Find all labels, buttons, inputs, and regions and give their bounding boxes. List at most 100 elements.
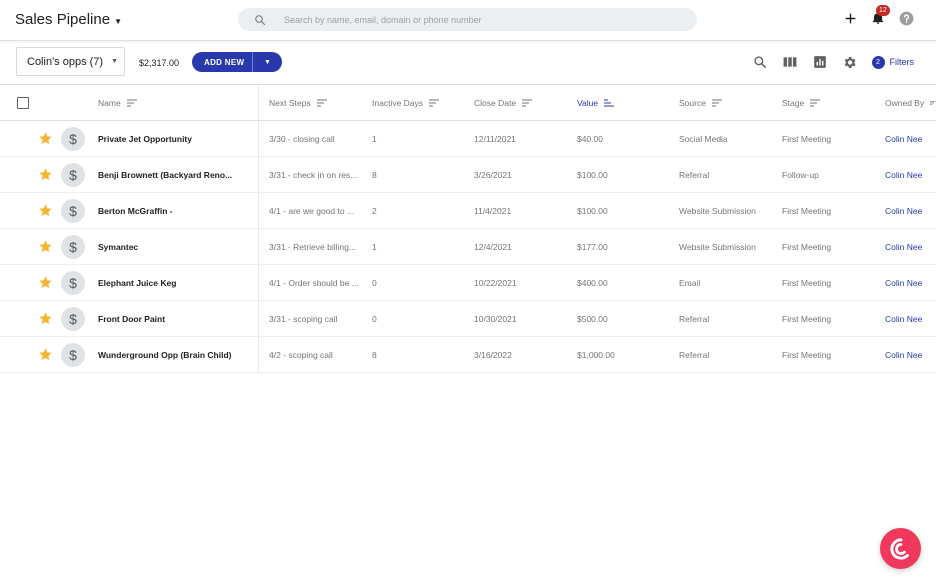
inactive-days-cell: 8 [372, 169, 377, 180]
column-divider [258, 265, 259, 300]
column-header-source[interactable]: Source [679, 85, 722, 120]
stage-cell: First Meeting [782, 277, 832, 288]
select-all-checkbox[interactable] [17, 96, 29, 109]
sort-icon [711, 98, 722, 107]
table-row[interactable]: $ Berton McGraffin - 4/1 - are we good t… [0, 193, 936, 229]
stage-cell: First Meeting [782, 205, 832, 216]
table-row[interactable]: $ Private Jet Opportunity 3/30 - closing… [0, 121, 936, 157]
column-header-owned-by[interactable]: Owned By [885, 85, 936, 120]
opportunity-name[interactable]: Symantec [98, 229, 248, 264]
favorite-cell [38, 157, 53, 192]
column-header-name[interactable]: Name [98, 85, 137, 120]
column-label: Stage [782, 97, 805, 108]
close-date-cell: 10/22/2021 [474, 277, 517, 288]
star-icon[interactable] [38, 311, 53, 326]
help-icon[interactable] [898, 10, 914, 26]
table-row[interactable]: $ Elephant Juice Keg 4/1 - Order should … [0, 265, 936, 301]
table-row[interactable]: $ Symantec 3/31 - Retrieve billing... 1 … [0, 229, 936, 265]
search-bar[interactable] [238, 8, 697, 31]
opportunity-name[interactable]: Wunderground Opp (Brain Child) [98, 337, 248, 372]
dollar-icon: $ [61, 162, 85, 187]
column-header-inactive-days[interactable]: Inactive Days [372, 85, 440, 120]
pipeline-total: $2,317.00 [139, 58, 180, 68]
star-icon[interactable] [38, 131, 53, 146]
owner-link[interactable]: Colin Nee [885, 301, 936, 336]
owner-link[interactable]: Colin Nee [885, 121, 936, 156]
add-new-button[interactable]: ADD NEW ▼ [192, 52, 282, 72]
column-divider [258, 157, 259, 192]
stage-cell: First Meeting [782, 349, 832, 360]
close-date-cell: 12/11/2021 [474, 133, 516, 144]
sort-icon [316, 98, 327, 107]
star-icon[interactable] [38, 347, 53, 362]
gear-icon[interactable] [842, 54, 858, 70]
value-cell: $40.00 [577, 133, 603, 144]
add-new-label: ADD NEW [204, 57, 245, 67]
opportunity-name[interactable]: Berton McGraffin - [98, 193, 248, 228]
star-icon[interactable] [38, 167, 53, 182]
columns-icon[interactable] [782, 54, 798, 70]
star-icon[interactable] [38, 239, 53, 254]
add-new-dropdown-icon[interactable]: ▼ [253, 59, 282, 66]
owner-link[interactable]: Colin Nee [885, 157, 936, 192]
opportunity-name[interactable]: Front Door Paint [98, 301, 248, 336]
filters-label: Filters [889, 57, 915, 67]
star-icon[interactable] [38, 203, 53, 218]
column-divider [258, 301, 259, 336]
star-icon[interactable] [38, 275, 53, 290]
notifications-button[interactable]: 12 [870, 5, 890, 26]
table-row[interactable]: $ Front Door Paint 3/31 - scoping call 0… [0, 301, 936, 337]
opportunity-name[interactable]: Benji Brownett (Backyard Reno... [98, 157, 248, 192]
favorite-cell [38, 337, 53, 372]
owner-link[interactable]: Colin Nee [885, 265, 936, 300]
chart-icon[interactable] [812, 54, 828, 70]
app-title-menu[interactable]: Sales Pipeline ▼ [15, 11, 122, 28]
view-select[interactable]: Colin's opps (7) ▼ [16, 47, 125, 76]
column-header-stage[interactable]: Stage [782, 85, 821, 120]
opportunity-name[interactable]: Private Jet Opportunity [98, 121, 248, 156]
toolbar: Colin's opps (7) ▼ $2,317.00 ADD NEW ▼ 2… [0, 41, 936, 85]
chat-icon [889, 537, 909, 560]
source-cell: Website Submission [679, 241, 756, 252]
inactive-days-cell: 1 [372, 133, 377, 144]
inactive-days-cell: 0 [372, 313, 377, 324]
opportunity-name[interactable]: Elephant Juice Keg [98, 265, 248, 300]
stage-cell: First Meeting [782, 313, 832, 324]
value-cell: $100.00 [577, 169, 608, 180]
stage-cell: First Meeting [782, 133, 832, 144]
select-all-cell [17, 85, 29, 120]
dollar-icon: $ [61, 198, 85, 223]
value-cell: $177.00 [577, 241, 608, 252]
add-icon[interactable] [842, 10, 858, 26]
column-header-next-steps[interactable]: Next Steps [269, 85, 327, 120]
column-label: Value [577, 97, 599, 108]
favorite-cell [38, 229, 53, 264]
next-steps-cell: 3/31 - check in on res... [269, 169, 358, 180]
column-label: Name [98, 97, 121, 108]
column-divider [258, 193, 259, 228]
chat-launcher-button[interactable] [880, 528, 921, 569]
column-header-value[interactable]: Value [577, 85, 615, 120]
view-select-label: Colin's opps (7) [27, 55, 104, 68]
owner-link[interactable]: Colin Nee [885, 193, 936, 228]
table-row[interactable]: $ Benji Brownett (Backyard Reno... 3/31 … [0, 157, 936, 193]
filters-button[interactable]: 2 Filters [871, 55, 915, 69]
inactive-days-cell: 2 [372, 205, 377, 216]
dollar-icon: $ [61, 306, 85, 331]
search-input[interactable] [284, 14, 664, 25]
table-row[interactable]: $ Wunderground Opp (Brain Child) 4/2 - s… [0, 337, 936, 373]
column-label: Owned By [885, 97, 925, 108]
table-header: Name Next Steps Inactive Days Close Date… [0, 85, 936, 121]
type-cell: $ [61, 121, 85, 156]
stage-cell: Follow-up [782, 169, 819, 180]
inactive-days-cell: 0 [372, 277, 377, 288]
dollar-icon: $ [61, 126, 85, 151]
owner-link[interactable]: Colin Nee [885, 337, 936, 372]
search-icon[interactable] [752, 54, 768, 70]
chevron-down-icon: ▼ [111, 58, 119, 65]
column-header-close-date[interactable]: Close Date [474, 85, 533, 120]
type-cell: $ [61, 337, 85, 372]
search-icon [255, 14, 266, 25]
owner-link[interactable]: Colin Nee [885, 229, 936, 264]
filter-count-badge: 2 [871, 55, 885, 69]
